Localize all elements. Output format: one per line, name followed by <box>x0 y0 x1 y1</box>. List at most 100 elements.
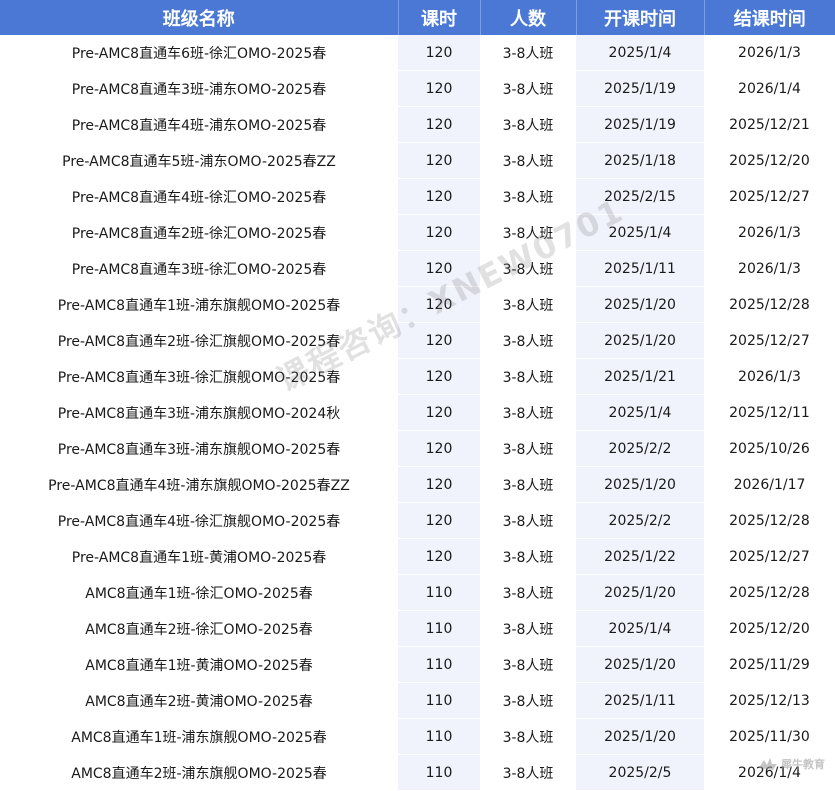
cell-hours: 110 <box>398 646 480 683</box>
cell-end-date: 2025/12/28 <box>704 574 835 611</box>
table-row: AMC8直通车2班-黄浦OMO-2025春 110 3-8人班 2025/1/11 20… <box>0 682 835 719</box>
cell-class-size: 3-8人班 <box>480 682 576 719</box>
cell-class-name: Pre-AMC8直通车1班-浦东旗舰OMO-2025春 <box>0 286 398 323</box>
table-row: Pre-AMC8直通车2班-徐汇旗舰OMO-2025春 120 3-8人班 2025/… <box>0 322 835 359</box>
cell-end-date: 2026/1/3 <box>704 358 835 395</box>
table-row: Pre-AMC8直通车3班-徐汇旗舰OMO-2025春 120 3-8人班 2025/… <box>0 358 835 395</box>
cell-class-size: 3-8人班 <box>480 718 576 755</box>
table-row: Pre-AMC8直通车4班-徐汇旗舰OMO-2025春 120 3-8人班 2025/… <box>0 502 835 539</box>
cell-hours: 120 <box>398 466 480 503</box>
cell-start-date: 2025/1/20 <box>576 466 704 503</box>
cell-hours: 120 <box>398 394 480 431</box>
cell-start-date: 2025/1/20 <box>576 574 704 611</box>
cell-hours: 120 <box>398 35 480 71</box>
cell-end-date: 2025/10/26 <box>704 430 835 467</box>
cell-class-size: 3-8人班 <box>480 754 576 791</box>
cell-class-size: 3-8人班 <box>480 358 576 395</box>
cell-hours: 120 <box>398 142 480 179</box>
cell-hours: 110 <box>398 610 480 647</box>
cell-end-date: 2025/12/20 <box>704 142 835 179</box>
table-row: AMC8直通车1班-黄浦OMO-2025春 110 3-8人班 2025/1/20 20… <box>0 646 835 683</box>
cell-class-size: 3-8人班 <box>480 214 576 251</box>
cell-end-date: 2025/12/27 <box>704 538 835 575</box>
cell-hours: 120 <box>398 502 480 539</box>
cell-class-size: 3-8人班 <box>480 322 576 359</box>
cell-start-date: 2025/1/20 <box>576 286 704 323</box>
cell-class-name: AMC8直通车2班-徐汇OMO-2025春 <box>0 610 398 647</box>
cell-class-name: Pre-AMC8直通车6班-徐汇OMO-2025春 <box>0 35 398 71</box>
table-row: Pre-AMC8直通车2班-徐汇OMO-2025春 120 3-8人班 2025/1/… <box>0 214 835 251</box>
cell-end-date: 2025/12/21 <box>704 106 835 143</box>
cell-start-date: 2025/1/4 <box>576 35 704 71</box>
cell-hours: 120 <box>398 430 480 467</box>
cell-hours: 120 <box>398 178 480 215</box>
cell-class-size: 3-8人班 <box>480 466 576 503</box>
cell-class-name: AMC8直通车1班-徐汇OMO-2025春 <box>0 574 398 611</box>
cell-class-name: Pre-AMC8直通车2班-徐汇旗舰OMO-2025春 <box>0 322 398 359</box>
cell-class-name: Pre-AMC8直通车3班-浦东旗舰OMO-2025春 <box>0 430 398 467</box>
cell-start-date: 2025/1/20 <box>576 646 704 683</box>
cell-class-size: 3-8人班 <box>480 610 576 647</box>
cell-end-date: 2025/11/29 <box>704 646 835 683</box>
table-row: Pre-AMC8直通车4班-浦东OMO-2025春 120 3-8人班 2025/1/… <box>0 106 835 143</box>
table-row: Pre-AMC8直通车3班-浦东旗舰OMO-2025春 120 3-8人班 2025/… <box>0 430 835 467</box>
cell-hours: 120 <box>398 286 480 323</box>
cell-class-name: AMC8直通车2班-黄浦OMO-2025春 <box>0 682 398 719</box>
cell-class-name: Pre-AMC8直通车3班-浦东旗舰OMO-2024秋 <box>0 394 398 431</box>
cell-hours: 120 <box>398 538 480 575</box>
cell-hours: 120 <box>398 214 480 251</box>
cell-class-name: Pre-AMC8直通车3班-徐汇OMO-2025春 <box>0 250 398 287</box>
cell-end-date: 2025/12/27 <box>704 178 835 215</box>
header-end-date: 结课时间 <box>704 0 835 35</box>
cell-class-size: 3-8人班 <box>480 430 576 467</box>
header-class-name: 班级名称 <box>0 0 399 35</box>
table-body: Pre-AMC8直通车6班-徐汇OMO-2025春 120 3-8人班 2025/1/… <box>0 35 835 791</box>
cell-start-date: 2025/2/15 <box>576 178 704 215</box>
cell-end-date: 2025/12/20 <box>704 610 835 647</box>
table-row: Pre-AMC8直通车3班-浦东OMO-2025春 120 3-8人班 2025/1/… <box>0 70 835 107</box>
cell-end-date: 2025/12/27 <box>704 322 835 359</box>
header-hours: 课时 <box>398 0 481 35</box>
cell-class-size: 3-8人班 <box>480 502 576 539</box>
cell-class-name: Pre-AMC8直通车5班-浦东OMO-2025春ZZ <box>0 142 398 179</box>
cell-class-name: Pre-AMC8直通车4班-浦东旗舰OMO-2025春ZZ <box>0 466 398 503</box>
table-row: AMC8直通车1班-浦东旗舰OMO-2025春 110 3-8人班 2025/1/20… <box>0 718 835 755</box>
cell-class-size: 3-8人班 <box>480 142 576 179</box>
cell-class-name: Pre-AMC8直通车4班-徐汇OMO-2025春 <box>0 178 398 215</box>
cell-hours: 120 <box>398 70 480 107</box>
cell-start-date: 2025/1/21 <box>576 358 704 395</box>
cell-class-size: 3-8人班 <box>480 35 576 71</box>
table-row: Pre-AMC8直通车5班-浦东OMO-2025春ZZ 120 3-8人班 2025/… <box>0 142 835 179</box>
table-row: Pre-AMC8直通车4班-浦东旗舰OMO-2025春ZZ 120 3-8人班 202… <box>0 466 835 503</box>
cell-start-date: 2025/1/18 <box>576 142 704 179</box>
cell-end-date: 2025/11/30 <box>704 718 835 755</box>
cell-class-size: 3-8人班 <box>480 250 576 287</box>
cell-class-size: 3-8人班 <box>480 646 576 683</box>
cell-start-date: 2025/1/20 <box>576 718 704 755</box>
cell-end-date: 2026/1/4 <box>704 754 835 791</box>
cell-class-size: 3-8人班 <box>480 538 576 575</box>
cell-end-date: 2025/12/28 <box>704 502 835 539</box>
header-row: 班级名称 课时 人数 开课时间 结课时间 <box>0 0 835 35</box>
cell-class-name: Pre-AMC8直通车2班-徐汇OMO-2025春 <box>0 214 398 251</box>
cell-hours: 120 <box>398 322 480 359</box>
cell-end-date: 2025/12/11 <box>704 394 835 431</box>
cell-start-date: 2025/2/5 <box>576 754 704 791</box>
header-class-size: 人数 <box>480 0 577 35</box>
cell-hours: 110 <box>398 682 480 719</box>
cell-class-size: 3-8人班 <box>480 70 576 107</box>
cell-class-name: AMC8直通车1班-浦东旗舰OMO-2025春 <box>0 718 398 755</box>
cell-class-name: AMC8直通车2班-浦东旗舰OMO-2025春 <box>0 754 398 791</box>
table-row: Pre-AMC8直通车1班-浦东旗舰OMO-2025春 120 3-8人班 2025/… <box>0 286 835 323</box>
cell-end-date: 2025/12/28 <box>704 286 835 323</box>
cell-start-date: 2025/1/11 <box>576 250 704 287</box>
cell-end-date: 2026/1/3 <box>704 250 835 287</box>
table-row: AMC8直通车2班-徐汇OMO-2025春 110 3-8人班 2025/1/4 202… <box>0 610 835 647</box>
cell-class-size: 3-8人班 <box>480 394 576 431</box>
cell-end-date: 2026/1/3 <box>704 35 835 71</box>
cell-class-name: Pre-AMC8直通车3班-徐汇旗舰OMO-2025春 <box>0 358 398 395</box>
cell-hours: 120 <box>398 250 480 287</box>
cell-start-date: 2025/1/22 <box>576 538 704 575</box>
cell-hours: 110 <box>398 574 480 611</box>
cell-end-date: 2025/12/13 <box>704 682 835 719</box>
